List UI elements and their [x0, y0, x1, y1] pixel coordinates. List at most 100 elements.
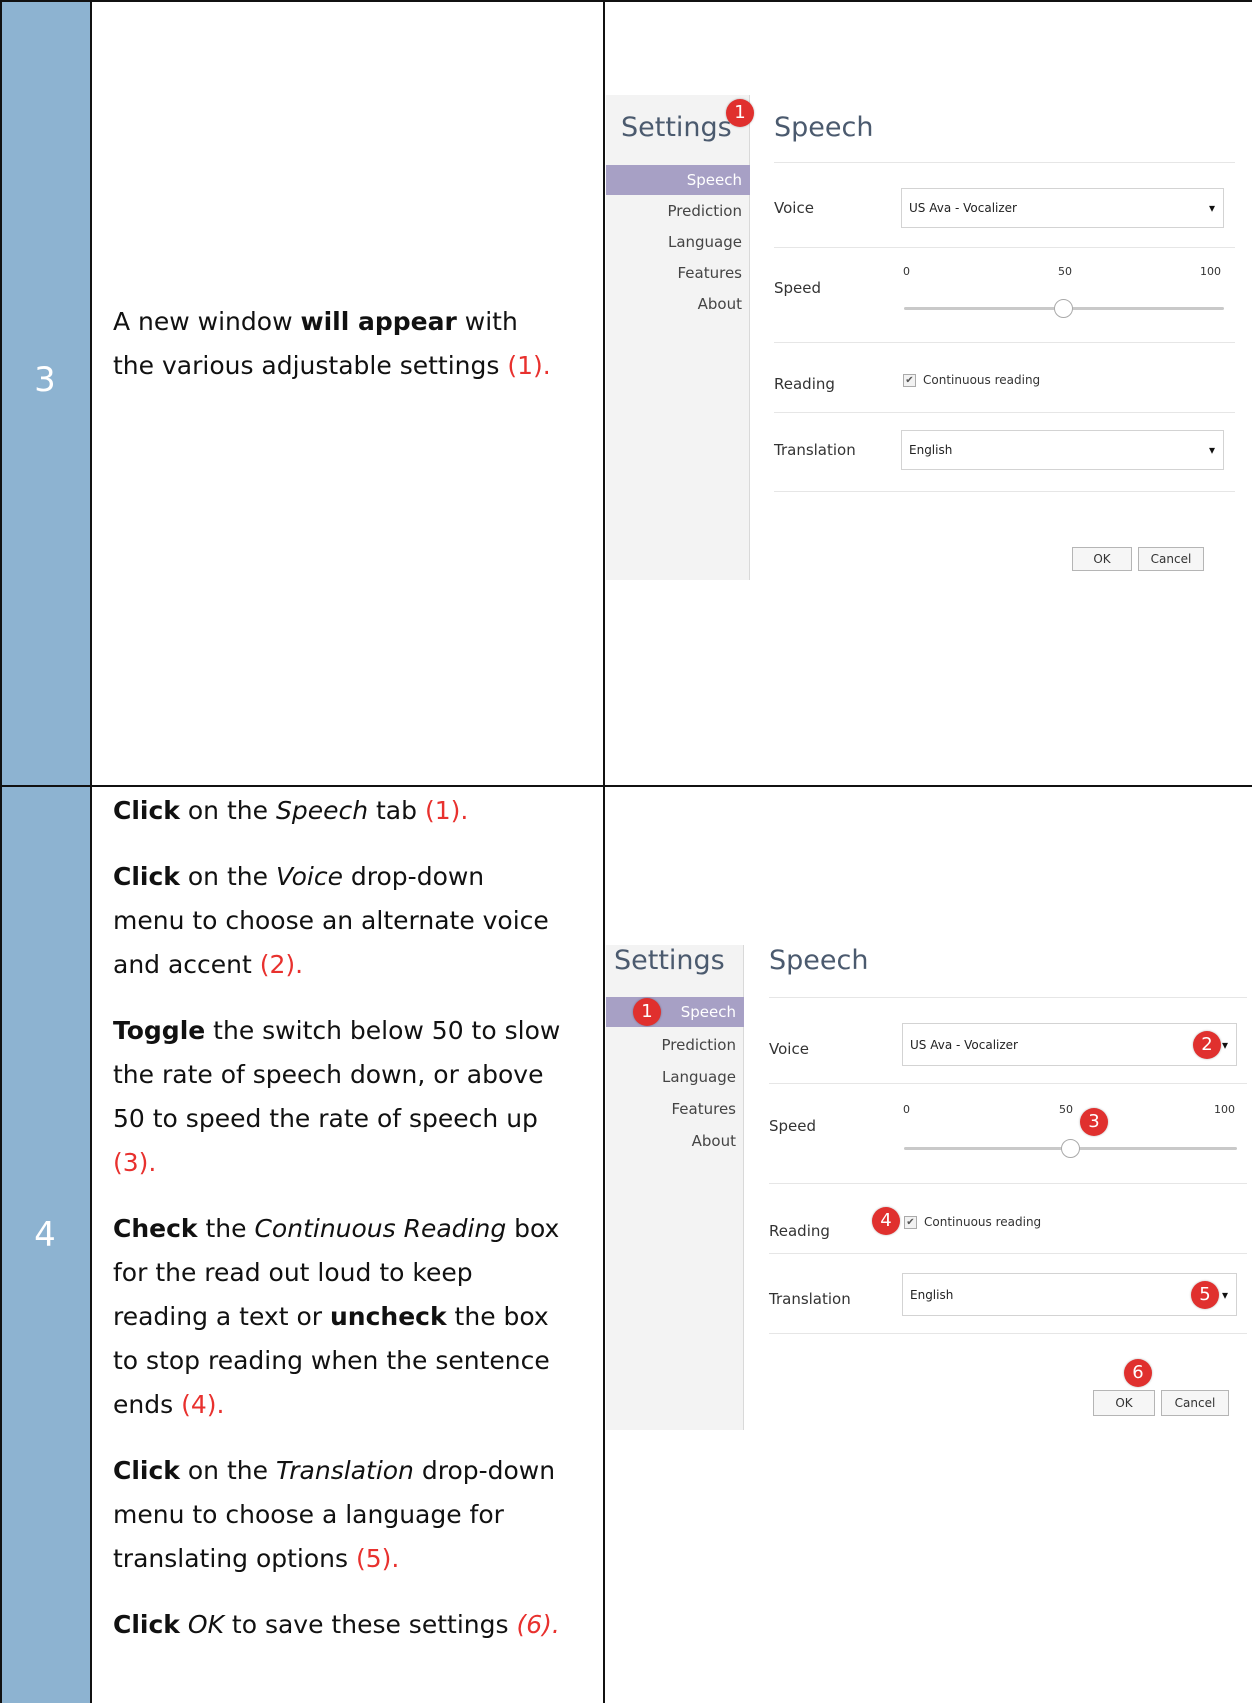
reference-marker: (4). — [181, 1390, 225, 1419]
nav-item-about[interactable]: About — [606, 1127, 744, 1155]
voice-value: US Ava - Vocalizer — [909, 201, 1017, 215]
translation-label: Translation — [774, 441, 856, 459]
reference-marker: (5). — [355, 1544, 400, 1573]
nav-label: Prediction — [667, 202, 742, 220]
step-number-3: 3 — [34, 360, 56, 400]
instruction-4: Check the Continuous Reading box for the… — [113, 1207, 563, 1427]
text: on the — [179, 862, 276, 891]
emphasis: Click — [113, 1610, 180, 1639]
speed-label: Speed — [774, 279, 822, 297]
continuous-reading-label: Continuous reading — [924, 1215, 1042, 1229]
nav-item-language[interactable]: Language — [606, 228, 750, 256]
text: on the — [179, 1456, 276, 1485]
step4-instructions: Click on the Speech tab (1). Click on th… — [113, 787, 583, 1647]
annotation-badge: 1 — [633, 998, 661, 1026]
ui-term: Voice — [275, 862, 343, 891]
voice-value: US Ava - Vocalizer — [910, 1037, 1018, 1052]
nav-label: Features — [677, 264, 743, 282]
cancel-button[interactable]: Cancel — [1138, 547, 1204, 571]
annotation-badge: 6 — [1124, 1359, 1152, 1387]
cancel-button[interactable]: Cancel — [1161, 1390, 1229, 1416]
nav-item-prediction[interactable]: Prediction — [606, 197, 750, 225]
translation-select[interactable]: English ▾ — [902, 1273, 1237, 1316]
text: tab — [368, 796, 425, 825]
nav-label: Language — [661, 1068, 736, 1086]
text: the — [197, 1214, 255, 1243]
section-title: Speech — [774, 112, 874, 143]
divider — [769, 1333, 1247, 1334]
translation-label: Translation — [769, 1290, 851, 1308]
translation-value: English — [910, 1287, 954, 1302]
divider — [774, 412, 1235, 413]
instruction-6: Click OK to save these settings (6). — [113, 1603, 563, 1647]
translation-value: English — [909, 443, 953, 457]
translation-select[interactable]: English ▾ — [901, 430, 1224, 470]
chevron-down-icon: ▾ — [1221, 1287, 1228, 1302]
reference-marker: (1). — [507, 351, 551, 380]
reading-label: Reading — [774, 375, 835, 393]
settings-screenshot-step3: Settings 1 Speech Prediction Language Fe… — [606, 95, 1236, 585]
reference-marker: (1). — [424, 796, 469, 825]
settings-screenshot-step4: Settings Speech 1 Prediction Language Fe… — [606, 945, 1252, 1430]
speed-tick-100: 100 — [1200, 265, 1221, 278]
nav-label: Prediction — [661, 1036, 736, 1054]
voice-select[interactable]: US Ava - Vocalizer ▾ — [901, 188, 1224, 228]
nav-label: Features — [671, 1100, 737, 1118]
step3-instruction: A new window will appear with the variou… — [113, 300, 563, 388]
speed-tick-0: 0 — [903, 1103, 910, 1116]
nav-label: Speech — [686, 171, 742, 189]
ok-button[interactable]: OK — [1093, 1390, 1155, 1416]
reference-marker: (3). — [113, 1148, 157, 1177]
text: on the — [179, 796, 276, 825]
emphasis: uncheck — [329, 1302, 447, 1331]
reference-marker: (2). — [259, 950, 304, 979]
nav-item-features[interactable]: Features — [606, 1095, 744, 1123]
reading-label: Reading — [769, 1222, 830, 1240]
ok-button[interactable]: OK — [1072, 547, 1132, 571]
nav-item-prediction[interactable]: Prediction — [606, 1031, 744, 1059]
speed-label: Speed — [769, 1117, 817, 1135]
continuous-reading-checkbox[interactable]: ✔ — [903, 374, 916, 387]
divider — [769, 1253, 1247, 1254]
speed-tick-50: 50 — [1059, 1103, 1073, 1116]
nav-item-about[interactable]: About — [606, 290, 750, 318]
speed-tick-50: 50 — [1058, 265, 1072, 278]
continuous-reading-label: Continuous reading — [923, 373, 1041, 387]
speed-tick-0: 0 — [903, 265, 910, 278]
emphasis: Check — [113, 1214, 198, 1243]
divider — [774, 162, 1235, 163]
annotation-badge: 1 — [726, 99, 754, 127]
annotation-badge: 2 — [1193, 1031, 1221, 1059]
ui-term: Continuous Reading — [254, 1214, 507, 1243]
speed-slider-thumb[interactable] — [1054, 299, 1073, 318]
divider — [769, 1083, 1247, 1084]
emphasis: Toggle — [113, 1016, 206, 1045]
voice-label: Voice — [769, 1040, 809, 1058]
speed-tick-100: 100 — [1214, 1103, 1235, 1116]
nav-item-features[interactable]: Features — [606, 259, 750, 287]
text: to save these settings — [223, 1610, 517, 1639]
section-title: Speech — [769, 945, 869, 976]
chevron-down-icon: ▾ — [1221, 1037, 1228, 1052]
nav-label: Speech — [680, 1003, 736, 1021]
nav-item-speech[interactable]: Speech — [606, 165, 750, 195]
ui-term: Speech — [275, 796, 369, 825]
nav-label: Language — [667, 233, 742, 251]
instruction-1: Click on the Speech tab (1). — [113, 789, 563, 833]
nav-item-speech[interactable]: Speech — [606, 997, 744, 1027]
table-border-step — [90, 0, 92, 1703]
ui-term: Translation — [275, 1456, 414, 1485]
chevron-down-icon: ▾ — [1208, 443, 1215, 457]
instruction-5: Click on the Translation drop-down menu … — [113, 1449, 563, 1581]
step-number-4: 4 — [34, 1215, 56, 1255]
speed-slider-thumb[interactable] — [1061, 1139, 1080, 1158]
nav-item-language[interactable]: Language — [606, 1063, 744, 1091]
settings-title: Settings — [614, 945, 725, 976]
voice-select[interactable]: US Ava - Vocalizer ▾ — [902, 1023, 1237, 1066]
divider — [769, 997, 1247, 998]
divider — [774, 247, 1235, 248]
continuous-reading-checkbox[interactable]: ✔ — [904, 1216, 917, 1229]
divider — [774, 491, 1235, 492]
text — [180, 1610, 188, 1639]
emphasis: Click — [113, 1456, 180, 1485]
